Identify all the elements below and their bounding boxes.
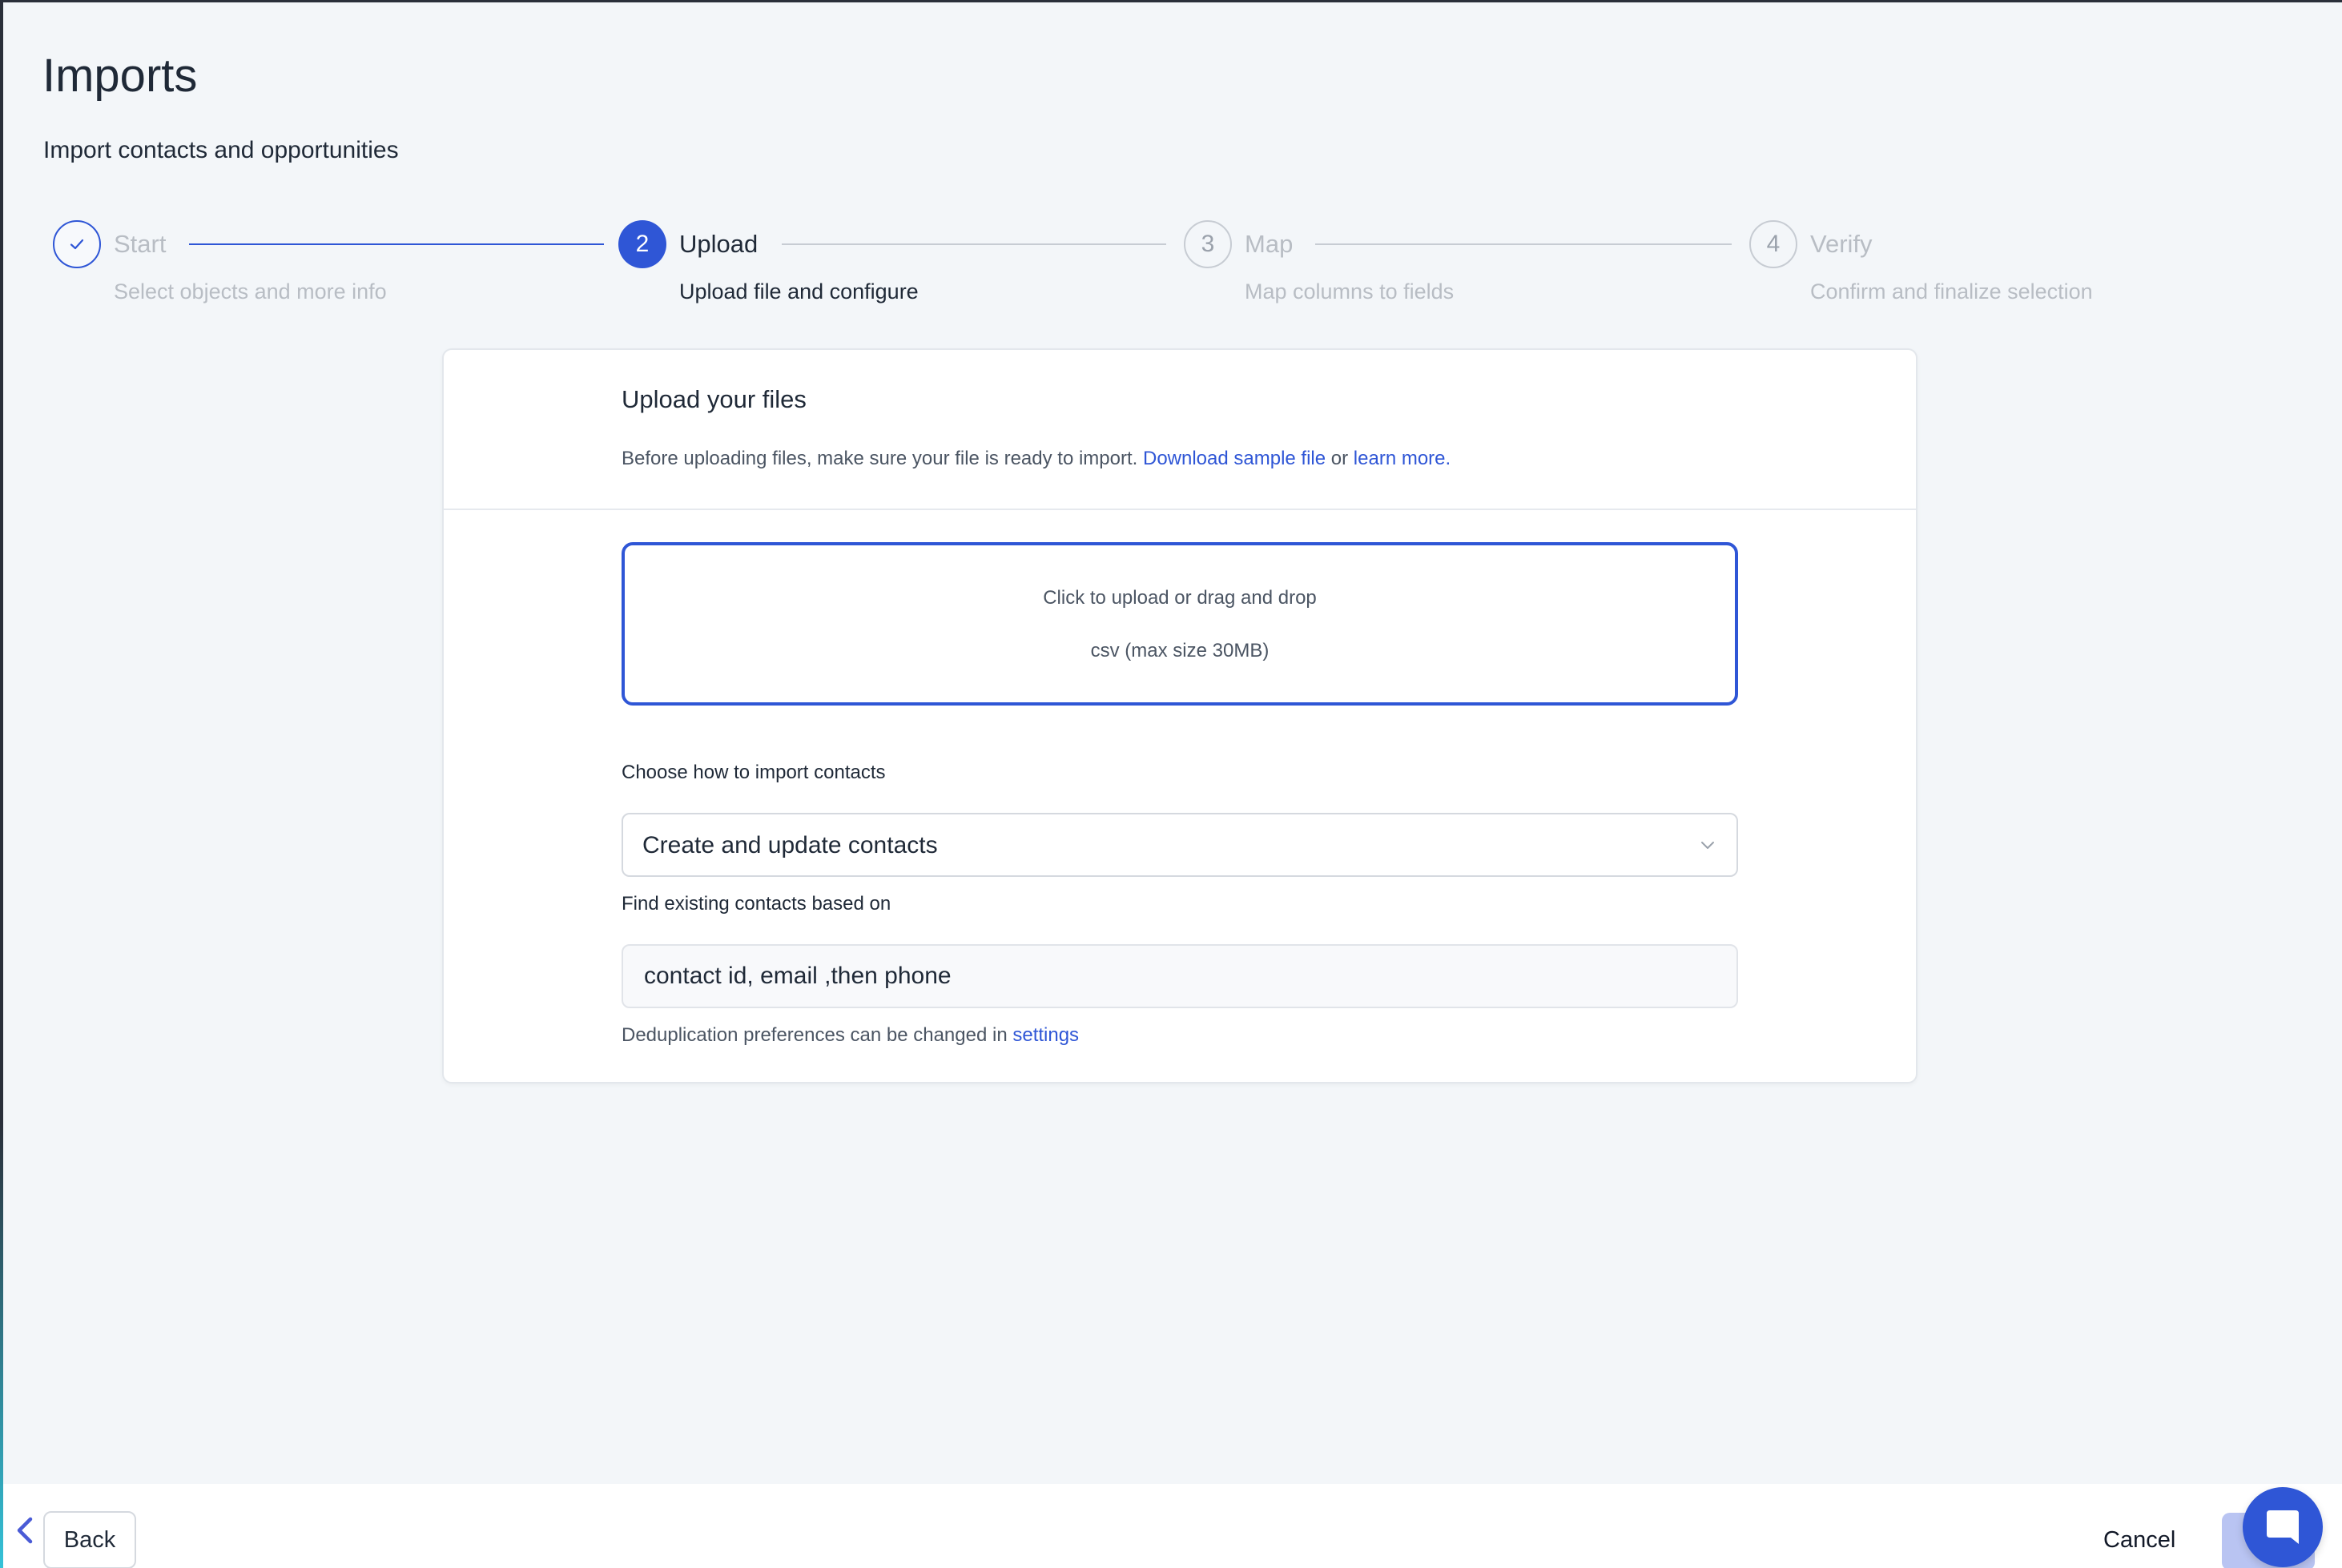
page-subtitle: Import contacts and opportunities xyxy=(43,137,399,163)
learn-more-link[interactable]: learn more. xyxy=(1354,448,1451,469)
step-map-circle[interactable]: 3 xyxy=(1184,220,1232,268)
step-upload-description: Upload file and configure xyxy=(679,279,919,304)
upload-card-description-or: or xyxy=(1326,448,1354,469)
footer-bar: Back Cancel xyxy=(3,1484,2342,1568)
back-button[interactable]: Back xyxy=(43,1511,136,1568)
upload-card-description-text: Before uploading files, make sure your f… xyxy=(622,448,1143,469)
dropzone-file-constraints: csv (max size 30MB) xyxy=(1090,640,1270,661)
page-title: Imports xyxy=(42,50,198,102)
download-sample-file-link[interactable]: Download sample file xyxy=(1143,448,1326,469)
import-mode-label: Choose how to import contacts xyxy=(622,762,886,783)
settings-link[interactable]: settings xyxy=(1012,1024,1079,1046)
step-verify-circle[interactable]: 4 xyxy=(1749,220,1797,268)
upload-card: Upload your files Before uploading files… xyxy=(442,348,1917,1084)
step-verify-description: Confirm and finalize selection xyxy=(1810,279,2093,304)
imports-page: Imports Import contacts and opportunitie… xyxy=(0,0,2342,1568)
step-start-description: Select objects and more info xyxy=(114,279,387,304)
upload-card-title: Upload your files xyxy=(622,385,807,413)
step-map-label[interactable]: Map xyxy=(1245,230,1293,259)
chevron-down-icon xyxy=(1701,842,1714,849)
dedupe-label: Find existing contacts based on xyxy=(622,893,891,915)
upload-card-header: Upload your files Before uploading files… xyxy=(444,350,1916,510)
step-map-description: Map columns to fields xyxy=(1245,279,1455,304)
step-connector-1 xyxy=(189,243,604,245)
dropzone-instruction: Click to upload or drag and drop xyxy=(1043,587,1317,609)
import-mode-select[interactable]: Create and update contacts xyxy=(622,813,1738,877)
chat-widget-button[interactable] xyxy=(2243,1487,2323,1567)
step-connector-3 xyxy=(1315,243,1732,245)
step-start-circle[interactable] xyxy=(53,220,101,268)
step-upload-label[interactable]: Upload xyxy=(679,230,758,259)
cancel-button[interactable]: Cancel xyxy=(2103,1527,2175,1554)
chevron-left-icon[interactable] xyxy=(13,1514,37,1546)
dedupe-help-prefix: Deduplication preferences can be changed… xyxy=(622,1024,1013,1046)
step-verify-label[interactable]: Verify xyxy=(1810,230,1873,259)
dedupe-help-text: Deduplication preferences can be changed… xyxy=(622,1024,1079,1047)
upload-card-description: Before uploading files, make sure your f… xyxy=(622,448,1451,470)
step-connector-2 xyxy=(782,243,1166,245)
dedupe-criteria-input[interactable] xyxy=(622,944,1738,1008)
import-mode-selected-value: Create and update contacts xyxy=(642,832,938,858)
chat-bubble-icon xyxy=(2267,1510,2299,1544)
check-icon xyxy=(70,239,84,250)
step-start-label[interactable]: Start xyxy=(114,230,166,259)
file-dropzone[interactable]: Click to upload or drag and drop csv (ma… xyxy=(622,542,1738,706)
step-upload-circle[interactable]: 2 xyxy=(618,220,666,268)
